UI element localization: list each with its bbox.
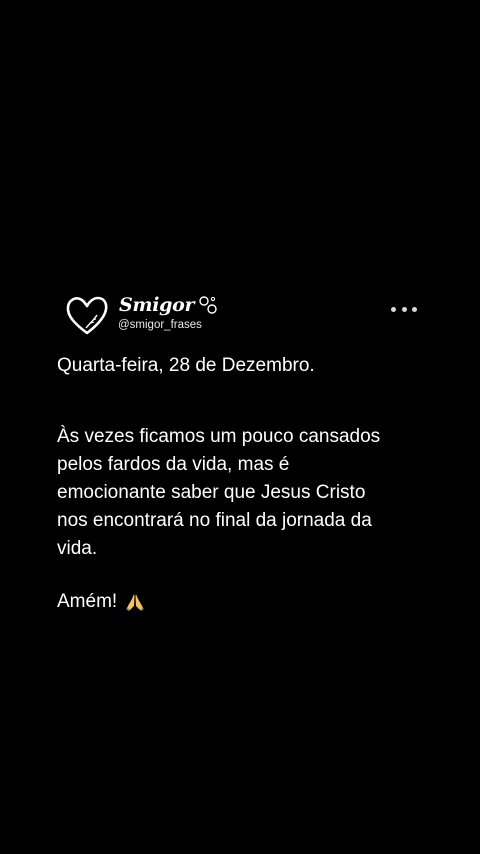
more-options-icon: [401, 306, 407, 312]
post-header: Smigor @smigor_frases: [57, 292, 437, 340]
infinity-circles-icon: [199, 296, 217, 314]
author-display-name[interactable]: Smigor: [119, 294, 195, 316]
post-closing-text: Amém!: [57, 591, 118, 612]
more-options-button[interactable]: [391, 300, 417, 318]
post-body-line: pelos fardos da vida, mas é: [57, 454, 290, 475]
post-date-line: Quarta-feira, 28 de Dezembro.: [57, 355, 315, 376]
more-options-icon: [391, 306, 396, 312]
post-body-line: vida.: [57, 538, 98, 559]
post-body: Às vezes ficamos um pouco cansados pelos…: [57, 423, 437, 563]
post-body-line: nos encontrará no final da jornada da: [57, 510, 372, 531]
heart-logo-icon[interactable]: [65, 295, 109, 335]
post-body-line: emocionante saber que Jesus Cristo: [57, 482, 366, 503]
more-options-icon: [412, 306, 417, 312]
post-body-line: Às vezes ficamos um pouco cansados: [57, 426, 381, 447]
author-name-row: Smigor: [119, 292, 218, 318]
post-closing: Amém!: [57, 591, 145, 613]
praying-hands-icon: [126, 594, 145, 611]
author-handle[interactable]: @smigor_frases: [118, 319, 202, 331]
post-card: Smigor @smigor_frases Quarta-feira, 28 d…: [57, 292, 437, 612]
